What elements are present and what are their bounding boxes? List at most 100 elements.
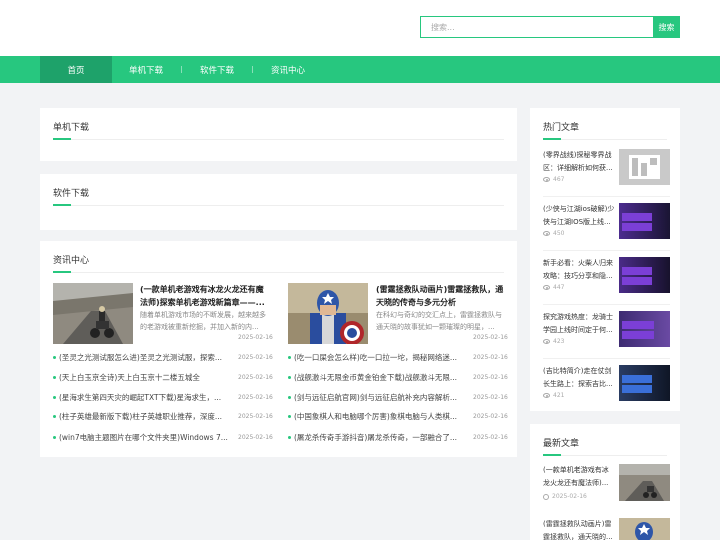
bullet-icon <box>53 375 56 379</box>
hot-article-item[interactable]: 新手必看：火柴人归来攻略：技巧分享和隐... 447 <box>543 257 670 297</box>
divider <box>53 272 504 273</box>
eye-icon <box>543 177 550 182</box>
title-accent <box>543 454 561 456</box>
featured-desc: 在科幻与奇幻的交汇点上，雷霆拯救队与通天晓的故事犹如一颗璀璨的明星，... <box>376 311 502 331</box>
featured-desc: 随着单机游戏市场的不断发展，越来越多的老游戏被重新挖掘，并加入新的内... <box>140 311 266 331</box>
nav-item-software[interactable]: 软件下载 <box>181 56 253 83</box>
hot-article-title[interactable]: (少侠与江湖ios破解)少侠与江湖IOS版上线... <box>543 203 615 229</box>
divider <box>543 358 670 359</box>
search-button[interactable]: 搜索 <box>653 16 680 38</box>
section-title[interactable]: 软件下载 <box>53 186 89 199</box>
view-count: 421 <box>543 392 564 399</box>
title-accent <box>53 271 71 273</box>
list-item[interactable]: (柱子英雄最新版下载)柱子英雄职业推荐，深度... <box>53 410 233 422</box>
list-date: 2025-02-16 <box>238 354 273 361</box>
nav-item-standalone[interactable]: 单机下载 <box>110 56 182 83</box>
divider <box>53 139 504 140</box>
divider <box>543 250 670 251</box>
hot-article-item[interactable]: (零界战线)探秘零界战区：详细解析如何获... 467 <box>543 149 670 189</box>
list-item[interactable]: (剑与远征启航官网)剑与远征启航补充内容解析... <box>288 391 468 403</box>
bullet-icon <box>288 435 291 439</box>
title-accent <box>543 138 561 140</box>
bullet-icon <box>53 414 56 418</box>
latest-article-item[interactable]: (雷霆拯救队动画片)雷霆拯救队，通天晓的... <box>543 518 670 540</box>
latest-article-title[interactable]: (一款单机老游戏有冰龙火龙还有魔法师)... <box>543 464 615 490</box>
view-count: 423 <box>543 338 564 345</box>
featured-date: 2025-02-16 <box>473 334 508 341</box>
list-date: 2025-02-16 <box>473 374 508 381</box>
list-date: 2025-02-16 <box>238 394 273 401</box>
eye-icon <box>543 285 550 290</box>
list-item[interactable]: (屠龙杀传奇手游抖音)屠龙杀传奇，一部融合了... <box>288 431 468 443</box>
featured-image-motorcycle[interactable] <box>53 283 133 344</box>
bullet-icon <box>53 395 56 399</box>
featured-title[interactable]: (雷霆拯救队动画片)雷霆拯救队，通天晓的传奇与多元分析 <box>376 283 506 309</box>
section-title[interactable]: 单机下载 <box>53 120 89 133</box>
list-date: 2025-02-16 <box>473 434 508 441</box>
list-date: 2025-02-16 <box>238 413 273 420</box>
bullet-icon <box>288 355 291 359</box>
bullet-icon <box>288 414 291 418</box>
search-input[interactable] <box>420 16 653 38</box>
hot-article-item[interactable]: (吉比特简介)走在仗剑长生路上：探索吉比... 421 <box>543 365 670 405</box>
latest-article-thumbnail[interactable] <box>619 464 670 501</box>
eye-icon <box>543 231 550 236</box>
view-count: 447 <box>543 284 564 291</box>
divider <box>543 139 667 140</box>
title-accent <box>53 204 71 206</box>
list-item[interactable]: (战舰激斗无限金币黄金铂金下载)战舰激斗无限... <box>288 371 468 383</box>
hot-article-title[interactable]: 新手必看：火柴人归来攻略：技巧分享和隐... <box>543 257 615 283</box>
list-date: 2025-02-16 <box>473 354 508 361</box>
bullet-icon <box>53 355 56 359</box>
list-item[interactable]: (星海求生第四天灾的崛起TXT下载)星海求生，... <box>53 391 233 403</box>
list-item[interactable]: (天上白玉京全诗)天上白玉京十二楼五城全 <box>53 371 233 383</box>
hot-article-title[interactable]: 探究游戏热度：龙骑士学园上线时间定于何... <box>543 311 615 337</box>
title-accent <box>53 138 71 140</box>
article-date: 2025-02-16 <box>543 493 587 500</box>
divider <box>53 205 504 206</box>
main-nav: 首页 单机下载 软件下载 资讯中心 <box>0 56 720 83</box>
latest-article-thumbnail[interactable] <box>619 518 670 540</box>
bullet-icon <box>53 435 56 439</box>
hot-article-title[interactable]: (吉比特简介)走在仗剑长生路上：探索吉比... <box>543 365 615 391</box>
search-box: 搜索 <box>420 16 680 38</box>
divider <box>543 196 670 197</box>
section-title: 热门文章 <box>543 123 580 133</box>
software-section: 软件下载 <box>40 174 517 230</box>
latest-article-item[interactable]: (一款单机老游戏有冰龙火龙还有魔法师)... 2025-02-16 <box>543 464 670 504</box>
list-item[interactable]: (win7电脑主题图片在哪个文件夹里)Windows 7... <box>53 431 233 443</box>
eye-icon <box>543 393 550 398</box>
divider <box>543 304 670 305</box>
hot-article-item[interactable]: (少侠与江湖ios破解)少侠与江湖IOS版上线... 450 <box>543 203 670 243</box>
latest-articles: 最新文章 (一款单机老游戏有冰龙火龙还有魔法师)... 2025-02-16 (… <box>530 424 680 540</box>
header: 搜索 <box>0 0 720 56</box>
list-date: 2025-02-16 <box>238 434 273 441</box>
hot-article-title[interactable]: (零界战线)探秘零界战区：详细解析如何获... <box>543 149 615 175</box>
hot-article-item[interactable]: 探究游戏热度：龙骑士学园上线时间定于何... 423 <box>543 311 670 351</box>
featured-image-captain[interactable] <box>288 283 368 344</box>
list-item[interactable]: (中国象棋人和电脑哪个厉害)象棋电脑与人类棋... <box>288 410 468 422</box>
section-title[interactable]: 资讯中心 <box>53 253 89 266</box>
standalone-section: 单机下载 <box>40 108 517 161</box>
hot-article-thumbnail[interactable] <box>619 311 670 347</box>
divider <box>543 455 667 456</box>
featured-title[interactable]: (一款单机老游戏有冰龙火龙还有魔法师)探索单机老游戏新篇章——... <box>140 283 270 309</box>
hot-article-thumbnail[interactable] <box>619 149 670 185</box>
nav-item-home[interactable]: 首页 <box>40 56 112 83</box>
list-item[interactable]: (圣灵之光测试服怎么进)圣灵之光测试服，探索... <box>53 351 233 363</box>
latest-article-title[interactable]: (雷霆拯救队动画片)雷霆拯救队，通天晓的... <box>543 518 615 540</box>
hot-article-thumbnail[interactable] <box>619 365 670 401</box>
hot-article-thumbnail[interactable] <box>619 257 670 293</box>
section-title: 最新文章 <box>543 439 580 449</box>
view-count: 450 <box>543 230 564 237</box>
featured-date: 2025-02-16 <box>238 334 273 341</box>
nav-item-news[interactable]: 资讯中心 <box>252 56 324 83</box>
hot-articles: 热门文章 (零界战线)探秘零界战区：详细解析如何获... 467 (少侠与江湖i… <box>530 108 680 411</box>
list-date: 2025-02-16 <box>473 394 508 401</box>
bullet-icon <box>288 395 291 399</box>
list-date: 2025-02-16 <box>473 413 508 420</box>
list-date: 2025-02-16 <box>238 374 273 381</box>
news-section: 资讯中心 (一款单机老游戏有冰龙火龙还有魔法师)探索单机老游戏新篇章——... … <box>40 241 517 457</box>
hot-article-thumbnail[interactable] <box>619 203 670 239</box>
list-item[interactable]: (吃一口屎会怎么样)吃一口拉一坨，揭秘网络迷... <box>288 351 468 363</box>
